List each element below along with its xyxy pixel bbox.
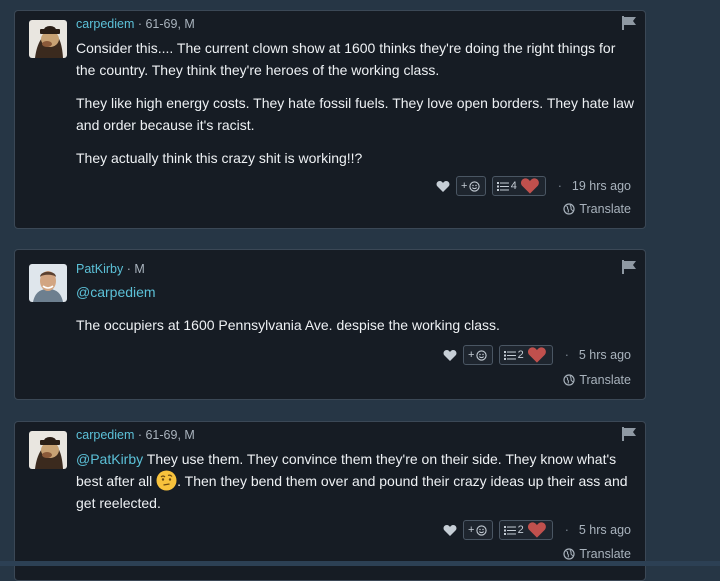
translate-label: Translate — [579, 373, 631, 387]
comment-body: Consider this.... The current clown show… — [76, 37, 636, 169]
smiley-icon — [476, 524, 488, 536]
comment-meta: carpediem · 61-69, M — [76, 428, 195, 442]
add-reaction-button[interactable]: + — [462, 345, 493, 365]
comment-meta: carpediem · 61-69, M — [76, 17, 195, 31]
user-info: · 61-69, M — [134, 17, 195, 31]
separator-dot: · — [564, 523, 569, 537]
comment-paragraph: The occupiers at 1600 Pennsylvania Ave. … — [76, 317, 500, 333]
translate-button[interactable]: Translate — [563, 201, 631, 217]
translate-button[interactable]: Translate — [563, 372, 631, 388]
comment-paragraph: @PatKirby They use them. They convince t… — [76, 448, 636, 514]
heart-icon[interactable] — [436, 180, 450, 193]
comment-paragraph: They like high energy costs. They hate f… — [76, 95, 634, 133]
list-icon — [503, 350, 516, 360]
reaction-count: 2 — [517, 524, 524, 536]
comment-actions: + 2 · 5 hrs ago — [443, 519, 631, 541]
comment-actions: + 2 · 5 hrs ago — [443, 344, 631, 366]
heart-reaction-icon — [527, 522, 546, 538]
smiley-icon — [469, 180, 481, 192]
reactions-button[interactable]: 2 — [498, 520, 553, 540]
add-reaction-button[interactable]: + — [462, 520, 493, 540]
translate-label: Translate — [579, 202, 631, 216]
user-info: · M — [123, 262, 145, 276]
mention-link[interactable]: @PatKirby — [76, 451, 143, 467]
translate-button[interactable]: Translate — [563, 546, 631, 562]
timestamp[interactable]: 5 hrs ago — [579, 348, 631, 362]
comment-card: carpediem · 61-69, M @PatKirby They use … — [14, 421, 646, 581]
comment-body: @carpediem The occupiers at 1600 Pennsyl… — [76, 281, 636, 336]
comment-paragraph: Consider this.... The current clown show… — [76, 40, 616, 78]
separator-dot: · — [557, 179, 562, 193]
globe-icon — [563, 374, 575, 386]
username-link[interactable]: carpediem — [76, 17, 134, 31]
add-reaction-button[interactable]: + — [455, 176, 486, 196]
add-reaction-label: + — [467, 524, 475, 536]
heart-icon[interactable] — [443, 349, 457, 362]
comment-paragraph: They actually think this crazy shit is w… — [76, 150, 363, 166]
separator-dot: · — [564, 348, 569, 362]
flag-icon[interactable] — [621, 426, 637, 442]
comment-actions: + 4 · 19 hrs ago — [436, 175, 631, 197]
username-link[interactable]: PatKirby — [76, 262, 123, 276]
globe-icon — [563, 203, 575, 215]
user-info: · 61-69, M — [134, 428, 195, 442]
comment-card: PatKirby · M @carpediem The occupiers at… — [14, 249, 646, 400]
add-reaction-label: + — [467, 349, 475, 361]
translate-label: Translate — [579, 547, 631, 561]
flag-icon[interactable] — [621, 15, 637, 31]
flag-icon[interactable] — [621, 259, 637, 275]
list-icon — [503, 525, 516, 535]
list-icon — [496, 181, 509, 191]
heart-icon[interactable] — [443, 524, 457, 537]
heart-reaction-icon — [527, 347, 546, 363]
heart-reaction-icon — [520, 178, 539, 194]
avatar[interactable] — [29, 264, 67, 302]
comment-card: carpediem · 61-69, M Consider this.... T… — [14, 10, 646, 229]
comment-body: @PatKirby They use them. They convince t… — [76, 448, 636, 514]
username-link[interactable]: carpediem — [76, 428, 134, 442]
avatar[interactable] — [29, 20, 67, 58]
comment-meta: PatKirby · M — [76, 262, 145, 276]
reactions-button[interactable]: 4 — [491, 176, 546, 196]
add-reaction-label: + — [461, 180, 468, 192]
timestamp[interactable]: 5 hrs ago — [579, 523, 631, 537]
smiley-icon — [476, 349, 488, 361]
reactions-button[interactable]: 2 — [498, 345, 553, 365]
reaction-count: 4 — [510, 180, 517, 192]
mention-link[interactable]: @carpediem — [76, 281, 636, 303]
bottom-strip — [0, 561, 720, 566]
reaction-count: 2 — [517, 349, 524, 361]
raised-eyebrow-emoji-icon — [156, 470, 177, 491]
timestamp[interactable]: 19 hrs ago — [572, 179, 631, 193]
avatar[interactable] — [29, 431, 67, 469]
globe-icon — [563, 548, 575, 560]
